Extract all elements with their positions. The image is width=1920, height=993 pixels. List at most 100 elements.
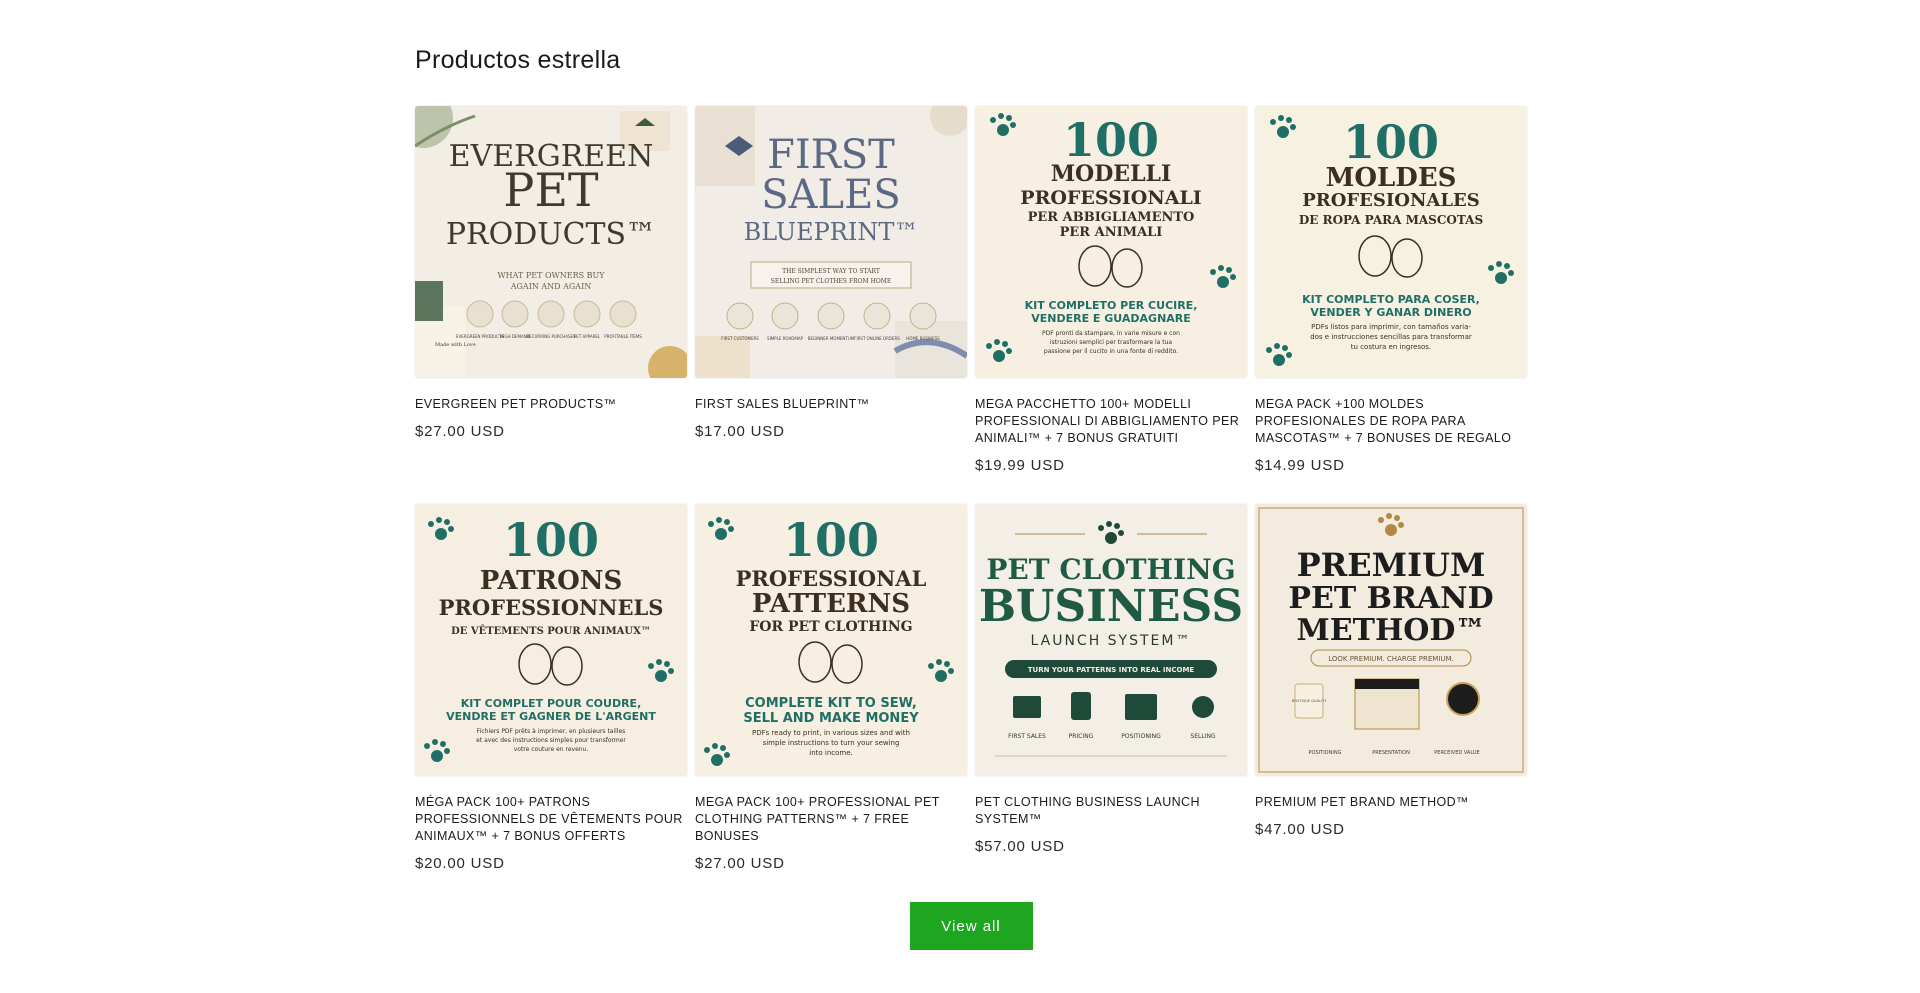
art-sub1: THE SIMPLEST WAY TO START xyxy=(782,268,880,275)
product-image[interactable]: 100 MOLDES PROFESIONALES DE ROPA PARA MA… xyxy=(1255,106,1527,378)
art-l4: PER ANIMALI xyxy=(1060,225,1163,240)
art-s3: tu costura en ingresos. xyxy=(1351,343,1431,351)
product-image[interactable]: 100 PROFESSIONAL PATTERNS FOR PET CLOTHI… xyxy=(695,504,967,776)
product-card[interactable]: 100 PROFESSIONAL PATTERNS FOR PET CLOTHI… xyxy=(695,504,967,904)
art-s1: Fichiers PDF prêts à imprimer, en plusie… xyxy=(477,728,626,735)
product-price: $47.00 USD xyxy=(1255,821,1345,838)
product-image[interactable]: EVERGREEN PET PRODUCTS™ WHAT PET OWNERS … xyxy=(415,106,687,378)
art-line3: BLUEPRINT™ xyxy=(744,218,919,246)
art-icon-label: FIRST ONLINE ORDERS xyxy=(854,336,900,341)
product-artwork: 100 PATRONS PROFESSIONNELS DE VÊTEMENTS … xyxy=(415,504,687,776)
art-l3: DE ROPA PARA MASCOTAS xyxy=(1299,213,1483,227)
product-title[interactable]: MEGA PACK +100 MOLDES PROFESIONALES DE R… xyxy=(1255,396,1527,447)
product-artwork: EVERGREEN PET PRODUCTS™ WHAT PET OWNERS … xyxy=(415,106,687,378)
art-icon-label: PRESENTATION xyxy=(1372,750,1410,756)
art-l1: PREMIUM xyxy=(1297,546,1486,584)
art-s2: et avec des instructions simples pour tr… xyxy=(476,737,626,744)
art-g2: VENDRE ET GAGNER DE L'ARGENT xyxy=(446,710,656,723)
art-icon-label: SIMPLE ROADMAP xyxy=(767,336,803,341)
product-card[interactable]: FIRST SALES BLUEPRINT™ THE SIMPLEST WAY … xyxy=(695,106,967,504)
art-banner: TURN YOUR PATTERNS INTO REAL INCOME xyxy=(1028,666,1195,674)
section-title: Productos estrella xyxy=(415,46,621,74)
art-sub2: SELLING PET CLOTHES FROM HOME xyxy=(771,278,892,285)
art-l3: PER ABBIGLIAMENTO xyxy=(1028,210,1195,225)
art-s1: PDF pronti da stampare, in varie misure … xyxy=(1042,330,1180,337)
product-artwork: FIRST SALES BLUEPRINT™ THE SIMPLEST WAY … xyxy=(695,106,967,378)
art-line3: PRODUCTS™ xyxy=(446,217,656,252)
art-l2: PATTERNS xyxy=(752,589,910,619)
art-g2: SELL AND MAKE MONEY xyxy=(743,711,919,726)
product-card[interactable]: 100 MODELLI PROFESSIONALI PER ABBIGLIAME… xyxy=(975,106,1247,504)
product-artwork: 100 MOLDES PROFESIONALES DE ROPA PARA MA… xyxy=(1255,106,1527,378)
art-s2: dos e instrucciones sencillas para trans… xyxy=(1310,333,1472,341)
art-g1: KIT COMPLETO PER CUCIRE, xyxy=(1025,299,1198,312)
product-artwork: PREMIUM PET BRAND METHOD™ LOOK PREMIUM. … xyxy=(1255,504,1527,776)
product-artwork: 100 PROFESSIONAL PATTERNS FOR PET CLOTHI… xyxy=(695,504,967,776)
art-icon-label: PROFITABLE ITEMS xyxy=(604,334,642,339)
featured-products-section: Productos estrella EVERGREEN PET PRODUCT… xyxy=(415,40,1527,950)
art-l2: BUSINESS xyxy=(979,581,1243,632)
art-g2: VENDERE E GUADAGNARE xyxy=(1031,312,1191,325)
product-image[interactable]: 100 PATRONS PROFESSIONNELS DE VÊTEMENTS … xyxy=(415,504,687,776)
product-card[interactable]: EVERGREEN PET PRODUCTS™ WHAT PET OWNERS … xyxy=(415,106,687,504)
art-line2: PET xyxy=(503,163,599,217)
art-sub2: AGAIN AND AGAIN xyxy=(510,282,592,291)
art-icon-label: PRICING xyxy=(1069,733,1094,740)
art-icon-label: POSITIONING xyxy=(1309,750,1342,756)
product-image[interactable]: FIRST SALES BLUEPRINT™ THE SIMPLEST WAY … xyxy=(695,106,967,378)
product-card[interactable]: PET CLOTHING BUSINESS LAUNCH SYSTEM™ TUR… xyxy=(975,504,1247,904)
product-price: $20.00 USD xyxy=(415,855,505,872)
product-title[interactable]: PREMIUM PET BRAND METHOD™ xyxy=(1255,794,1527,811)
art-icon-label: RECURRING PURCHASES xyxy=(526,334,576,339)
art-l3: LAUNCH SYSTEM™ xyxy=(1031,633,1192,649)
product-price: $57.00 USD xyxy=(975,838,1065,855)
product-price: $27.00 USD xyxy=(415,423,505,440)
art-l2: PET BRAND xyxy=(1288,581,1493,616)
art-s1: PDFs listos para imprimir, con tamaños v… xyxy=(1311,323,1471,331)
art-l2: PROFESSIONNELS xyxy=(439,595,664,620)
product-title[interactable]: FIRST SALES BLUEPRINT™ xyxy=(695,396,967,413)
art-l1: PATRONS xyxy=(480,566,623,596)
art-big: 100 xyxy=(1063,113,1159,167)
art-sub1: WHAT PET OWNERS BUY xyxy=(497,271,605,280)
art-ribbon: Made with Love xyxy=(435,342,476,348)
product-artwork: PET CLOTHING BUSINESS LAUNCH SYSTEM™ TUR… xyxy=(975,504,1247,776)
art-icon-label: BEGINNER MOMENTUM xyxy=(808,336,855,341)
view-all-container: View all xyxy=(415,902,1527,950)
product-image[interactable]: 100 MODELLI PROFESSIONALI PER ABBIGLIAME… xyxy=(975,106,1247,378)
art-hangtag: BOUTIQUE QUALITY xyxy=(1292,699,1327,703)
art-l1: PROFESSIONAL xyxy=(736,566,927,591)
product-card[interactable]: 100 PATRONS PROFESSIONNELS DE VÊTEMENTS … xyxy=(415,504,687,904)
product-title[interactable]: EVERGREEN PET PRODUCTS™ xyxy=(415,396,687,413)
product-title[interactable]: MEGA PACK 100+ PROFESSIONAL PET CLOTHING… xyxy=(695,794,967,845)
product-title[interactable]: MEGA PACCHETTO 100+ MODELLI PROFESSIONAL… xyxy=(975,396,1247,447)
art-big: 100 xyxy=(1343,115,1439,169)
art-g1: KIT COMPLET POUR COUDRE, xyxy=(461,697,642,710)
product-price: $19.99 USD xyxy=(975,457,1065,474)
art-icon-label: HOME BUSINESS xyxy=(906,336,940,341)
product-grid: EVERGREEN PET PRODUCTS™ WHAT PET OWNERS … xyxy=(415,106,1527,904)
art-l3: DE VÊTEMENTS POUR ANIMAUX™ xyxy=(451,625,651,637)
product-price: $27.00 USD xyxy=(695,855,785,872)
product-price: $17.00 USD xyxy=(695,423,785,440)
art-icon-label: EVERGREEN PRODUCTS xyxy=(456,334,504,339)
product-card[interactable]: 100 MOLDES PROFESIONALES DE ROPA PARA MA… xyxy=(1255,106,1527,504)
art-icon-label: POSITIONING xyxy=(1121,733,1161,740)
product-image[interactable]: PET CLOTHING BUSINESS LAUNCH SYSTEM™ TUR… xyxy=(975,504,1247,776)
art-l2: PROFESSIONALI xyxy=(1020,187,1202,209)
art-s3: votre couture en revenu. xyxy=(514,746,589,753)
art-icon-label: FIRST SALES xyxy=(1008,733,1046,740)
art-icon-label: HIGH DEMAND xyxy=(500,334,529,339)
art-icon-label: PET APPAREL xyxy=(574,334,601,339)
product-title[interactable]: PET CLOTHING BUSINESS LAUNCH SYSTEM™ xyxy=(975,794,1247,828)
product-image[interactable]: PREMIUM PET BRAND METHOD™ LOOK PREMIUM. … xyxy=(1255,504,1527,776)
art-s1: PDFs ready to print, in various sizes an… xyxy=(752,729,910,737)
art-s3: passione per il cucito in una fonte di r… xyxy=(1044,348,1178,355)
view-all-button[interactable]: View all xyxy=(909,902,1033,950)
art-l1: MODELLI xyxy=(1051,161,1172,187)
product-card[interactable]: PREMIUM PET BRAND METHOD™ LOOK PREMIUM. … xyxy=(1255,504,1527,904)
art-g1: COMPLETE KIT TO SEW, xyxy=(745,696,917,711)
art-line2: SALES xyxy=(761,172,900,218)
art-big: 100 xyxy=(503,513,599,567)
product-title[interactable]: MÉGA PACK 100+ PATRONS PROFESSIONNELS DE… xyxy=(415,794,687,845)
